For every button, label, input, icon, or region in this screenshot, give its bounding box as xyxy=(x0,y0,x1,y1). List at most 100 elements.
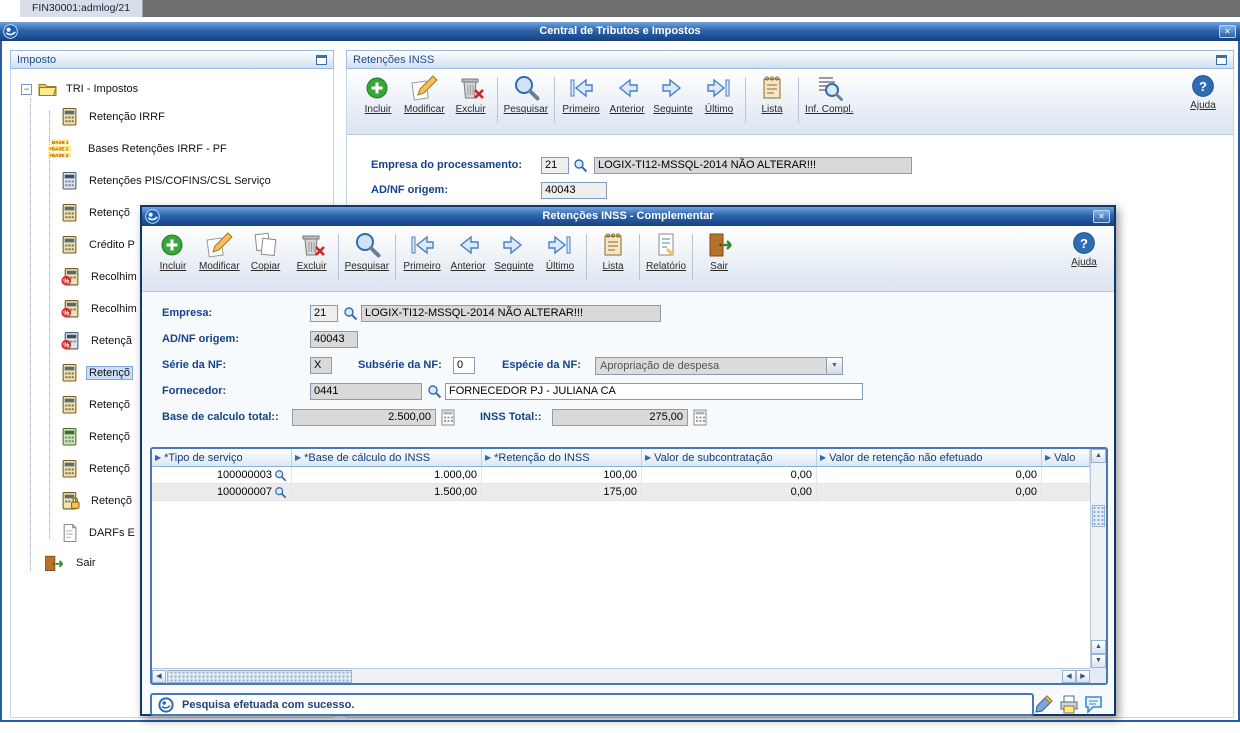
inss-total-field[interactable]: 275,00 xyxy=(552,409,688,426)
vertical-scroll-thumb[interactable] xyxy=(1092,505,1105,527)
cell-retencao[interactable]: 100,00 xyxy=(482,467,642,483)
table-row[interactable]: 100000003 1.000,00 100,00 0,00 0,00 xyxy=(152,467,1090,484)
cell-base-calculo[interactable]: 1.500,00 xyxy=(292,484,482,500)
column-header-retencao[interactable]: ▶ *Retenção do INSS xyxy=(482,449,642,466)
fornecedor-row: Fornecedor: 0441 FORNECEDOR PJ - JULIANA… xyxy=(142,383,1114,403)
panel-restore-icon[interactable] xyxy=(316,54,327,65)
scroll-right-icon[interactable]: ▶ xyxy=(1076,669,1090,683)
base-total-field[interactable]: 2.500,00 xyxy=(292,409,436,426)
empresa-code-field[interactable]: 21 xyxy=(310,305,338,322)
calculator-button-icon[interactable] xyxy=(693,409,708,426)
column-header-base-calculo[interactable]: ▶ *Base de cálculo do INSS xyxy=(292,449,482,466)
primeiro-button[interactable]: Primeiro xyxy=(399,229,445,273)
cell-valo[interactable] xyxy=(1042,467,1090,483)
lookup-search-icon[interactable] xyxy=(343,306,358,321)
close-icon[interactable]: ✕ xyxy=(1093,210,1110,223)
excluir-button[interactable]: Excluir xyxy=(448,72,494,116)
scroll-left-icon[interactable]: ◀ xyxy=(152,669,166,683)
subserie-field[interactable]: 0 xyxy=(453,357,475,374)
toolbar-separator xyxy=(395,234,397,280)
excluir-button[interactable]: Excluir xyxy=(289,229,335,273)
edit-pencil-icon[interactable] xyxy=(1034,694,1054,714)
cell-retencao-nao-efetuado[interactable]: 0,00 xyxy=(817,484,1042,500)
cell-subcontratacao[interactable]: 0,00 xyxy=(642,467,817,483)
sidebar-item-retencoes-pis-cofins[interactable]: Retenções PIS/COFINS/CSL Serviço xyxy=(11,165,333,197)
cell-valo[interactable] xyxy=(1042,484,1090,500)
primeiro-button[interactable]: Primeiro xyxy=(558,72,604,116)
cell-retencao[interactable]: 175,00 xyxy=(482,484,642,500)
cell-base-calculo[interactable]: 1.000,00 xyxy=(292,467,482,483)
modal-title: Retenções INSS - Complementar xyxy=(542,210,714,222)
scroll-up-icon[interactable]: ▲ xyxy=(1091,449,1106,463)
chevron-down-icon[interactable]: ▼ xyxy=(826,358,842,374)
vertical-scrollbar[interactable]: ▲ ▲ ▼ xyxy=(1090,449,1106,668)
adnf-origem-field[interactable]: 40043 xyxy=(541,182,607,199)
message-bubble-icon[interactable] xyxy=(1084,694,1104,714)
session-tab[interactable]: FIN30001:admlog/21 xyxy=(20,0,144,17)
modificar-button[interactable]: Modificar xyxy=(401,72,448,116)
calculator-button-icon[interactable] xyxy=(441,409,456,426)
fornecedor-name-field[interactable]: FORNECEDOR PJ - JULIANA CA xyxy=(445,383,863,400)
pesquisar-button[interactable]: Pesquisar xyxy=(342,229,392,273)
calculator-icon xyxy=(62,235,77,254)
horizontal-scroll-thumb[interactable] xyxy=(167,669,352,683)
anterior-button[interactable]: Anterior xyxy=(604,72,650,116)
modificar-button[interactable]: Modificar xyxy=(196,229,243,273)
cell-tipo-servico[interactable]: 100000007 xyxy=(152,484,292,500)
main-titlebar[interactable]: Central de Tributos e Impostos ✕ xyxy=(0,22,1240,41)
relatorio-button[interactable]: Relatório xyxy=(643,229,689,273)
close-icon[interactable]: ✕ xyxy=(1219,25,1236,38)
tree-item-label: DARFs E xyxy=(89,527,135,539)
collapse-icon[interactable]: − xyxy=(21,83,32,95)
empresa-name-field[interactable]: LOGIX-TI12-MSSQL-2014 NÃO ALTERAR!!! xyxy=(594,157,912,174)
column-header-retencao-nao-efetuado[interactable]: ▶ Valor de retenção não efetuado xyxy=(817,449,1042,466)
tree-root-impostos[interactable]: − TRI - Impostos xyxy=(11,77,333,101)
calculator-icon xyxy=(62,395,77,414)
column-header-valo[interactable]: ▶ Valo xyxy=(1042,449,1090,466)
sair-button[interactable]: Sair xyxy=(696,229,742,273)
fornecedor-code-field[interactable]: 0441 xyxy=(310,383,422,400)
subserie-label: Subsérie da NF: xyxy=(358,359,442,371)
column-header-subcontratacao[interactable]: ▶ Valor de subcontratação xyxy=(642,449,817,466)
anterior-button[interactable]: Anterior xyxy=(445,229,491,273)
scroll-down-icon[interactable]: ▼ xyxy=(1091,654,1106,668)
lista-button[interactable]: Lista xyxy=(590,229,636,273)
lookup-search-icon[interactable] xyxy=(573,158,588,173)
adnf-field[interactable]: 40043 xyxy=(310,331,358,348)
lookup-search-icon[interactable] xyxy=(427,384,442,399)
sidebar-item-bases-retencoes[interactable]: BASE 1 +BASE 2 +BASE 4 Bases Retenções I… xyxy=(11,133,333,165)
serie-field[interactable]: X xyxy=(310,357,332,374)
inf-compl-button[interactable]: Inf. Compl. xyxy=(802,72,856,116)
incluir-button[interactable]: Incluir xyxy=(150,229,196,273)
panel-restore-icon[interactable] xyxy=(1216,54,1227,65)
delete-icon xyxy=(302,235,325,256)
search-small-icon[interactable] xyxy=(274,469,287,482)
table-row[interactable]: 100000007 1.500,00 175,00 0,00 0,00 xyxy=(152,484,1090,501)
empresa-name-field[interactable]: LOGIX-TI12-MSSQL-2014 NÃO ALTERAR!!! xyxy=(361,305,661,322)
horizontal-scrollbar[interactable]: ◀ ◀ ▶ xyxy=(152,668,1090,683)
copiar-button[interactable]: Copiar xyxy=(243,229,289,273)
column-header-tipo-servico[interactable]: ▶ *Tipo de serviço xyxy=(152,449,292,466)
calculator-green-icon xyxy=(62,427,77,446)
ultimo-button[interactable]: Último xyxy=(537,229,583,273)
ultimo-button[interactable]: Último xyxy=(696,72,742,116)
empresa-code-field[interactable]: 21 xyxy=(541,157,569,174)
scroll-left-icon[interactable]: ◀ xyxy=(1062,669,1076,683)
cell-tipo-servico[interactable]: 100000003 xyxy=(152,467,292,483)
sidebar-item-retencao-irrf[interactable]: Retenção IRRF xyxy=(11,101,333,133)
tree-item-label: Retençõ xyxy=(89,431,130,443)
pesquisar-button[interactable]: Pesquisar xyxy=(501,72,551,116)
ajuda-button[interactable]: ? Ajuda xyxy=(1062,229,1106,268)
lista-button[interactable]: Lista xyxy=(749,72,795,116)
seguinte-button[interactable]: Seguinte xyxy=(491,229,537,273)
cell-subcontratacao[interactable]: 0,00 xyxy=(642,484,817,500)
scroll-up-icon[interactable]: ▲ xyxy=(1091,640,1106,654)
search-small-icon[interactable] xyxy=(274,486,287,499)
incluir-button[interactable]: Incluir xyxy=(355,72,401,116)
ajuda-button[interactable]: ? Ajuda xyxy=(1181,72,1225,111)
modal-titlebar[interactable]: Retenções INSS - Complementar ✕ xyxy=(142,207,1114,226)
especie-select[interactable]: Apropriação de despesa ▼ xyxy=(595,357,843,375)
print-icon[interactable] xyxy=(1059,694,1079,714)
cell-retencao-nao-efetuado[interactable]: 0,00 xyxy=(817,467,1042,483)
seguinte-button[interactable]: Seguinte xyxy=(650,72,696,116)
